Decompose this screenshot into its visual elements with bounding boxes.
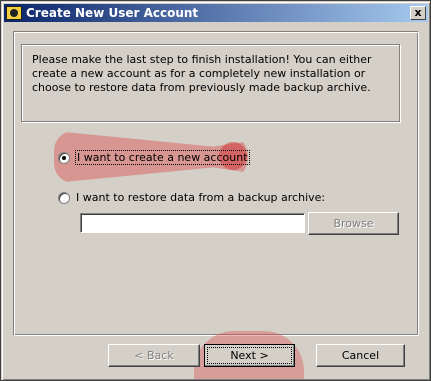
restore-backup-option[interactable]: I want to restore data from a backup arc…: [58, 191, 325, 204]
window-title: Create New User Account: [26, 6, 199, 20]
back-button: < Back: [108, 344, 200, 367]
title-bar[interactable]: Create New User Account x: [4, 4, 428, 22]
create-account-option[interactable]: I want to create a new account: [58, 150, 250, 165]
info-text: Please make the last step to finish inst…: [32, 53, 372, 94]
restore-backup-label[interactable]: I want to restore data from a backup arc…: [76, 191, 325, 204]
browse-button: Browse: [308, 212, 399, 235]
restore-backup-radio[interactable]: [58, 191, 70, 204]
cancel-label: Cancel: [341, 349, 380, 362]
dialog-window: Create New User Account x Please make th…: [0, 0, 431, 381]
create-account-radio[interactable]: [58, 151, 70, 164]
back-label: < Back: [134, 349, 174, 362]
create-account-label[interactable]: I want to create a new account: [75, 150, 250, 165]
cancel-button[interactable]: Cancel: [316, 344, 405, 367]
info-box: Please make the last step to finish inst…: [21, 44, 400, 122]
next-button[interactable]: Next >: [204, 344, 295, 367]
close-button[interactable]: x: [410, 6, 426, 20]
next-label: Next >: [230, 349, 269, 362]
app-icon: [6, 6, 22, 20]
backup-path-input[interactable]: [80, 213, 305, 233]
browse-label: Browse: [333, 217, 374, 230]
